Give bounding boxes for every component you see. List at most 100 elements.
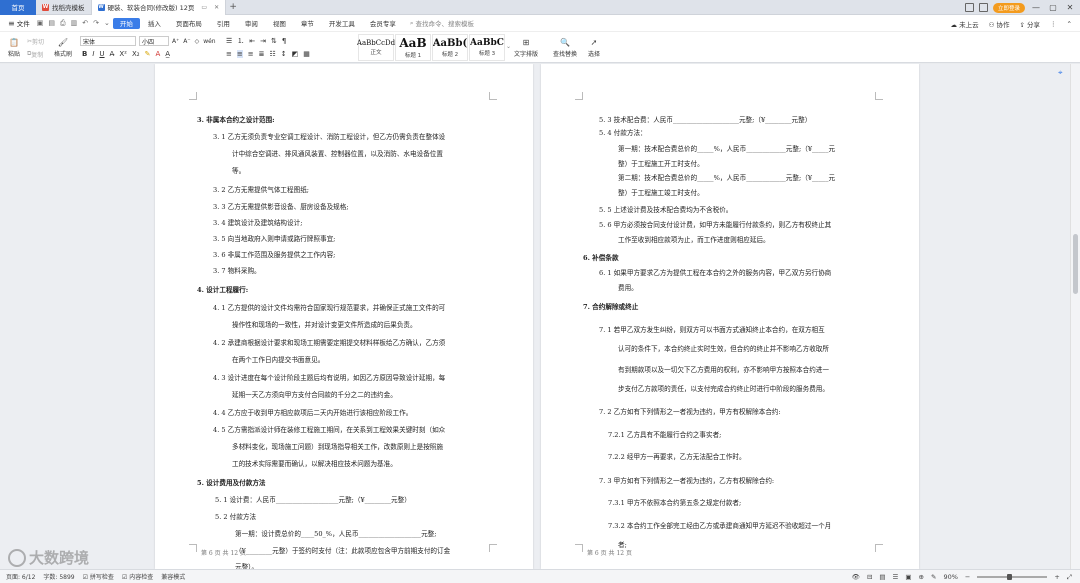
superscript-icon[interactable]: X² [119, 50, 127, 58]
numbered-list-icon[interactable]: ⒈ [237, 36, 244, 46]
paragraph-line[interactable]: 7.2.1 乙方具有不能履行合约之事实者; [608, 431, 721, 440]
cloud-status[interactable]: ☁ 未上云 [951, 19, 979, 29]
page-right[interactable]: 5. 3 技术配合费：人民币____________________元整;（¥_… [541, 64, 919, 569]
paragraph-line[interactable]: 7. 3 甲方如有下列情形之一者视为违约，乙方有权解除合约: [599, 477, 774, 486]
char-border-icon[interactable]: A̲ [165, 50, 170, 58]
paragraph-line[interactable]: 整）于工程施工开工时支付。 [618, 160, 704, 169]
page-view-icon[interactable]: ▤ [879, 573, 885, 581]
highlight-icon[interactable]: ✎ [145, 50, 151, 58]
vertical-scrollbar[interactable] [1070, 64, 1080, 569]
paragraph-line[interactable]: 7.2.2 经甲方一再要求，乙方无法配合工作时。 [608, 453, 746, 462]
align-left-icon[interactable]: ≡ [226, 50, 232, 58]
section-heading[interactable]: 4. 设计工程履行: [197, 286, 248, 295]
paragraph-line[interactable]: 工的技术实际需要而确认，以解决相应技术问题为基准。 [232, 460, 397, 469]
menu-item-member[interactable]: 会员专享 [363, 18, 403, 29]
show-marks-icon[interactable]: ¶ [282, 37, 286, 45]
font-color-icon[interactable]: A [155, 50, 160, 58]
section-heading[interactable]: 7. 合约解除或终止 [583, 303, 638, 312]
shading-icon[interactable]: ◩ [292, 50, 299, 58]
paragraph-line[interactable]: 等。 [232, 167, 245, 176]
font-name-select[interactable]: 宋体 [80, 36, 136, 46]
font-size-select[interactable]: 小四 [139, 36, 169, 46]
paragraph-line[interactable]: 4. 2 承建商根据设计要求和现场工期需要定期提交材料样板给乙方确认，乙方须 [213, 339, 445, 348]
paragraph-line[interactable]: 有到期款项以及一切欠下乙方费用的权利，亦不影响甲方按照本合约进一 [618, 366, 829, 375]
window-grid-icon[interactable] [978, 3, 988, 12]
write-view-icon[interactable]: ✎ [931, 573, 936, 581]
menu-item-start[interactable]: 开始 [112, 17, 140, 29]
zoom-dropdown[interactable]: 90% [943, 573, 957, 581]
menu-item-developer[interactable]: 开发工具 [322, 18, 362, 29]
paragraph-line[interactable]: 4. 5 乙方需指派设计师在装修工程施工期间，在关系到工程效果关键时刻（如众 [213, 426, 445, 435]
menu-item-insert[interactable]: 插入 [141, 18, 168, 29]
style-heading-3[interactable]: AaBbC 标题 3 [469, 34, 505, 61]
styles-expand-icon[interactable]: ⌄ [506, 40, 511, 52]
web-view-icon[interactable]: ⊕ [919, 573, 924, 581]
menu-item-page-layout[interactable]: 页面布局 [169, 18, 209, 29]
location-pin-icon[interactable]: ⌖ [1058, 68, 1066, 77]
paragraph-line[interactable]: 第一期：设计费总价的____50_%，人民币__________________… [235, 530, 437, 539]
content-check-toggle[interactable]: ☑ 内容检查 [122, 572, 153, 581]
read-view-icon[interactable]: ▣ [905, 573, 911, 581]
text-layout-button[interactable]: ⊞ 文字排版 [512, 35, 540, 61]
zoom-out-icon[interactable]: − [965, 573, 970, 581]
paragraph-line[interactable]: 7. 2 乙方如有下列情形之一者视为违约，甲方有权解除本合约: [599, 408, 781, 417]
copy-button[interactable]: ⧉ 复制 [27, 49, 43, 59]
quick-save-icon[interactable]: ▤ [46, 19, 57, 27]
new-tab-plus-icon[interactable]: + [226, 2, 240, 12]
paragraph-line[interactable]: 工作至收到相应款项为止，而工作进度则相应延后。 [618, 236, 770, 245]
subscript-icon[interactable]: X₂ [132, 50, 140, 58]
align-center-icon[interactable]: ≡ [236, 50, 243, 58]
home-tab[interactable]: 首页 [0, 0, 36, 15]
command-search[interactable]: ⌕ 查找命令、搜索模板 [410, 18, 474, 29]
maximize-icon[interactable]: ▢ [1047, 3, 1059, 12]
bold-icon[interactable]: B [82, 50, 87, 58]
shrink-font-icon[interactable]: A⁻ [183, 38, 190, 45]
style-normal[interactable]: AaBbCcDd 正文 [357, 34, 395, 61]
paragraph-line[interactable]: 第一期：技术配合费总价的_____%，人民币____________元整;（¥_… [618, 145, 835, 154]
distribute-icon[interactable]: ☷ [270, 50, 276, 58]
minimize-icon[interactable]: — [1030, 3, 1042, 12]
eye-protection-icon[interactable]: 👁 [852, 573, 860, 581]
document-workspace[interactable]: 3. 非属本合约之设计范围: 3. 1 乙方无须负责专业空调工程设计、消防工程设计… [0, 64, 1070, 569]
paragraph-line[interactable]: 延期一天乙方须向甲方支付合同款的千分之二的违约金。 [232, 391, 397, 400]
decrease-indent-icon[interactable]: ⇤ [249, 37, 255, 45]
find-replace-button[interactable]: 🔍 查找替换 [550, 35, 580, 61]
paragraph-line[interactable]: 步支付乙方款项的责任，以支付完成合约终止时进行中阶段的服务费用。 [618, 385, 829, 394]
quick-more-icon[interactable]: ⌄ [102, 19, 112, 27]
pinyin-icon[interactable]: wén [203, 38, 215, 45]
redo-icon[interactable]: ↷ [91, 19, 101, 27]
underline-icon[interactable]: U [99, 50, 104, 58]
grow-font-icon[interactable]: A⁺ [172, 38, 179, 45]
align-right-icon[interactable]: ≡ [248, 50, 254, 58]
quick-preview-icon[interactable]: ▥ [69, 19, 80, 27]
collapse-ribbon-icon[interactable]: ⌃ [1067, 20, 1072, 28]
select-button[interactable]: ➚ 选择 [584, 35, 604, 61]
line-spacing-icon[interactable]: ↕ [281, 50, 287, 58]
focus-mode-icon[interactable]: ⊟ [867, 573, 872, 581]
menu-item-view[interactable]: 视图 [266, 18, 293, 29]
section-heading[interactable]: 6. 补偿条款 [583, 254, 619, 263]
paragraph-line[interactable]: 3. 6 非属工作范围及服务提供之工作内容; [213, 251, 335, 260]
paragraph-line[interactable]: 3. 7 物料采购。 [213, 267, 261, 276]
share-button[interactable]: ⇪ 分享 [1020, 19, 1041, 29]
cut-button[interactable]: ✂ 剪切 [27, 36, 44, 46]
menu-item-references[interactable]: 引用 [210, 18, 237, 29]
paragraph-line[interactable]: 4. 3 设计进度在每个设计阶段主题后均有说明，如因乙方原因导致设计延期，每 [213, 374, 445, 383]
quick-print-icon[interactable]: ⎙ [58, 19, 68, 28]
paragraph-line[interactable]: 3. 4 建筑设计及建筑结构设计; [213, 219, 302, 228]
zoom-in-icon[interactable]: + [1054, 573, 1059, 581]
paste-button[interactable]: 📋 粘贴 [4, 35, 24, 61]
file-menu[interactable]: ≡ 文件 [4, 18, 34, 29]
more-options-icon[interactable]: ⋮ [1050, 20, 1057, 28]
login-button[interactable]: 立即登录 [992, 2, 1025, 13]
paragraph-line[interactable]: 5. 1 设计费：人民币___________________元整;（¥____… [215, 496, 411, 505]
paragraph-line[interactable]: 3. 2 乙方无需提供气体工程图纸; [213, 186, 309, 195]
paragraph-line[interactable]: 5. 6 甲方必须按合同支付设计费，如甲方未能履行付款条约，则乙方有权终止其 [599, 221, 831, 230]
paragraph-line[interactable]: 5. 3 技术配合费：人民币____________________元整;（¥_… [599, 116, 811, 125]
paragraph-line[interactable]: 6. 1 如果甲方要求乙方为提供工程在本合约之外的服务内容，甲乙双方另行协商 [599, 269, 831, 278]
clear-format-icon[interactable]: ◇ [195, 38, 200, 45]
paragraph-line[interactable]: 在两个工作日内提交书面意见。 [232, 356, 324, 365]
format-painter-button[interactable]: 🖌 格式刷 [52, 35, 74, 61]
menu-item-chapter[interactable]: 章节 [294, 18, 321, 29]
paragraph-line[interactable]: 整）于工程施工竣工时支付。 [618, 189, 704, 198]
